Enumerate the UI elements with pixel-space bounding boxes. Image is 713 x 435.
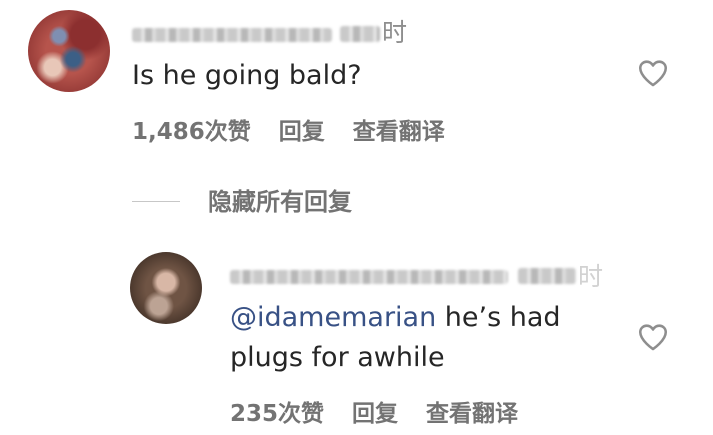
avatar[interactable]	[28, 10, 110, 92]
heart-icon[interactable]	[636, 320, 670, 354]
reply-text: @idamemarian he’s had plugs for awhile	[230, 298, 610, 378]
timestamp-blurred	[340, 26, 380, 42]
timestamp-blurred	[518, 268, 576, 284]
see-translation-button[interactable]: 查看翻译	[353, 112, 445, 146]
timestamp-suffix: 时	[382, 18, 408, 47]
comment-text: Is he going bald?	[132, 60, 362, 91]
avatar[interactable]	[130, 252, 202, 324]
username-blurred[interactable]	[230, 270, 508, 284]
reply-actions: 235次赞 回复 查看翻译	[230, 394, 546, 428]
see-translation-button[interactable]: 查看翻译	[426, 394, 518, 428]
reply-button[interactable]: 回复	[279, 112, 325, 146]
like-count[interactable]: 1,486次赞	[132, 112, 251, 146]
heart-icon[interactable]	[636, 56, 670, 90]
divider	[132, 201, 180, 202]
username-blurred[interactable]	[132, 28, 332, 42]
mention-link[interactable]: @idamemarian	[230, 302, 436, 333]
reply-button[interactable]: 回复	[352, 394, 398, 428]
like-count[interactable]: 235次赞	[230, 394, 324, 428]
timestamp-suffix: 时	[578, 262, 604, 291]
hide-replies-button[interactable]: 隐藏所有回复	[208, 186, 352, 218]
comment-actions: 1,486次赞 回复 查看翻译	[132, 112, 473, 146]
